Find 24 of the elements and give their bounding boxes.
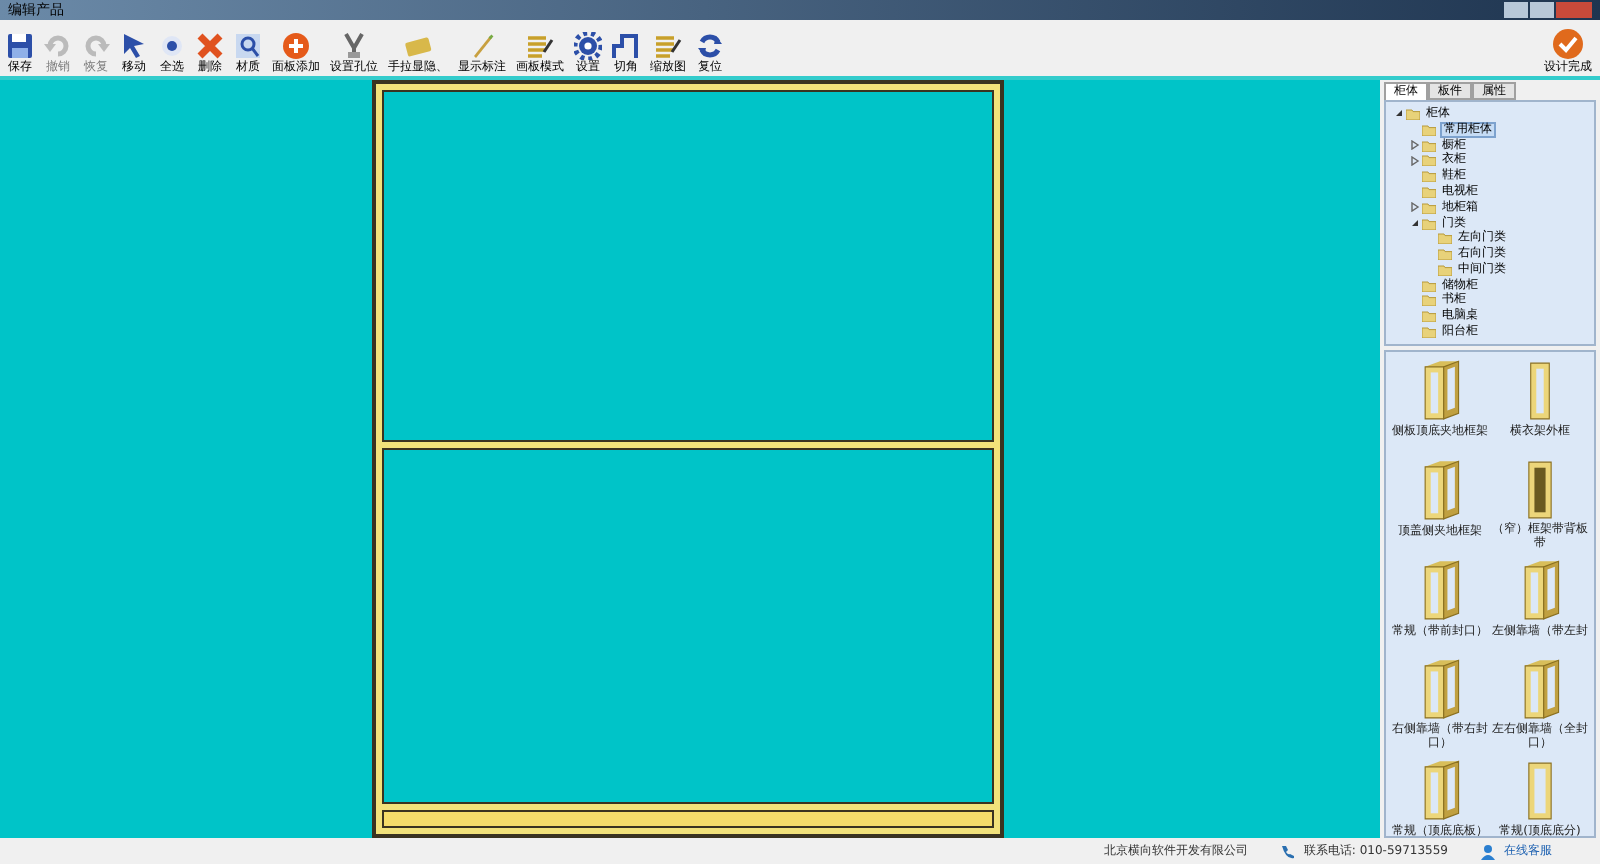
- step-line-icon: [612, 32, 640, 60]
- dot-icon: [158, 32, 186, 60]
- rotate-arrows-icon: [696, 32, 724, 60]
- check-circle-icon: [1552, 28, 1584, 60]
- magnifier-icon: [234, 32, 262, 60]
- undo-icon: [44, 32, 72, 60]
- lines-pen-icon: [526, 32, 554, 60]
- collapsed-arrow-icon[interactable]: [1410, 140, 1420, 151]
- plus-circle-icon: [282, 32, 310, 60]
- pen-icon: [468, 32, 496, 60]
- expanded-arrow-icon[interactable]: [1410, 218, 1420, 229]
- collapsed-arrow-icon[interactable]: [1410, 155, 1420, 166]
- redo-icon: [82, 32, 110, 60]
- collapsed-arrow-icon[interactable]: [1410, 202, 1420, 213]
- lines-pen-icon: [654, 32, 682, 60]
- cursor-icon: [120, 32, 148, 60]
- person-icon: [1480, 843, 1496, 859]
- phone-icon: [1279, 843, 1296, 859]
- delete-icon: [196, 32, 224, 60]
- cabinet-frame-drawing[interactable]: [372, 80, 1004, 838]
- settings-icon: [574, 32, 602, 60]
- tag-icon: [404, 32, 432, 60]
- tools-icon: [340, 32, 368, 60]
- expanded-arrow-icon[interactable]: [1394, 108, 1404, 119]
